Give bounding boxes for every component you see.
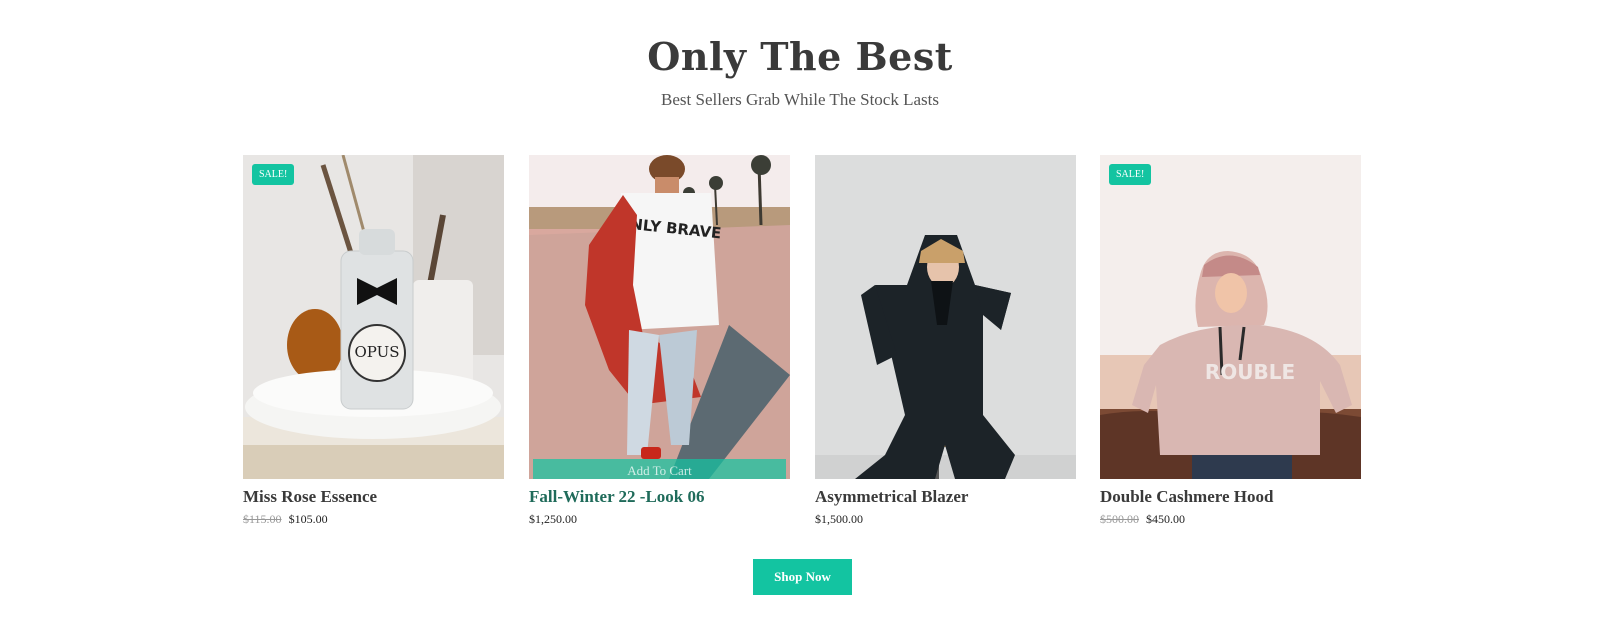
shop-now-button[interactable]: Shop Now	[753, 559, 852, 595]
product-grid: OPUS SALE! Miss Rose Essence $115.00 $10…	[243, 155, 1361, 535]
man-walking-image: ONLY BRAVE	[529, 155, 790, 479]
product-card[interactable]: ONLY BRAVE Add To Cart Fall-Winter 22 -L…	[529, 155, 790, 527]
product-title[interactable]: Asymmetrical Blazer	[815, 487, 1076, 507]
product-card[interactable]: ROUBLE SALE! Double Cashmere Hood $500.0…	[1100, 155, 1361, 527]
product-image[interactable]: OPUS SALE!	[243, 155, 504, 479]
sale-badge: SALE!	[252, 164, 295, 185]
svg-text:ROUBLE: ROUBLE	[1205, 360, 1295, 384]
product-title[interactable]: Double Cashmere Hood	[1100, 487, 1361, 507]
product-image[interactable]	[815, 155, 1076, 479]
section-title: Only The Best	[647, 34, 953, 79]
product-price: $500.00 $450.00	[1100, 512, 1361, 527]
sale-price: $1,250.00	[529, 512, 577, 526]
sale-price: $105.00	[288, 512, 328, 526]
product-price: $1,250.00	[529, 512, 790, 527]
product-title[interactable]: Fall-Winter 22 -Look 06	[529, 487, 790, 507]
sale-price: $1,500.00	[815, 512, 863, 526]
product-price: $115.00 $105.00	[243, 512, 504, 527]
perfume-bottle-image: OPUS	[243, 155, 504, 479]
section-subtitle: Best Sellers Grab While The Stock Lasts	[661, 90, 939, 109]
product-image[interactable]: ONLY BRAVE Add To Cart	[529, 155, 790, 479]
original-price: $115.00	[243, 512, 282, 526]
product-card[interactable]: OPUS SALE! Miss Rose Essence $115.00 $10…	[243, 155, 504, 527]
add-to-cart-button[interactable]: Add To Cart	[533, 459, 786, 479]
svg-text:OPUS: OPUS	[354, 343, 399, 361]
woman-blazer-image	[815, 155, 1076, 479]
product-title[interactable]: Miss Rose Essence	[243, 487, 504, 507]
original-price: $500.00	[1100, 512, 1139, 526]
product-price: $1,500.00	[815, 512, 1076, 527]
product-card[interactable]: Asymmetrical Blazer $1,500.00	[815, 155, 1076, 527]
product-image[interactable]: ROUBLE SALE!	[1100, 155, 1361, 479]
woman-hoodie-image: ROUBLE	[1100, 155, 1361, 479]
sale-badge: SALE!	[1109, 164, 1152, 185]
sale-price: $450.00	[1146, 512, 1185, 526]
